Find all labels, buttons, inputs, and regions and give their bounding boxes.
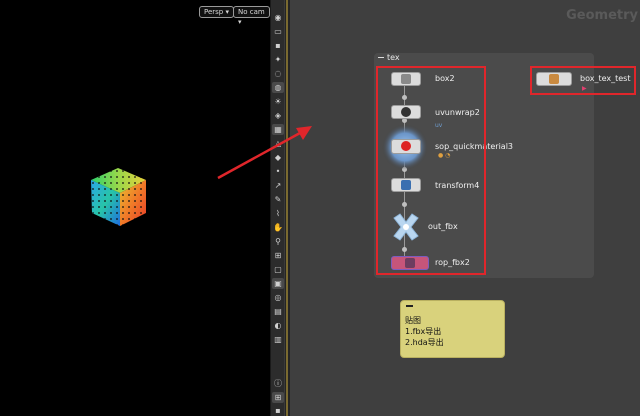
annotation-arrow — [217, 126, 312, 180]
houdini-window: Persp ▾ No cam ▾ ◉ ▭ ▪ ✦ ◌ ◍ ☀ ◈ ▦ △ ◆ •… — [0, 0, 640, 416]
